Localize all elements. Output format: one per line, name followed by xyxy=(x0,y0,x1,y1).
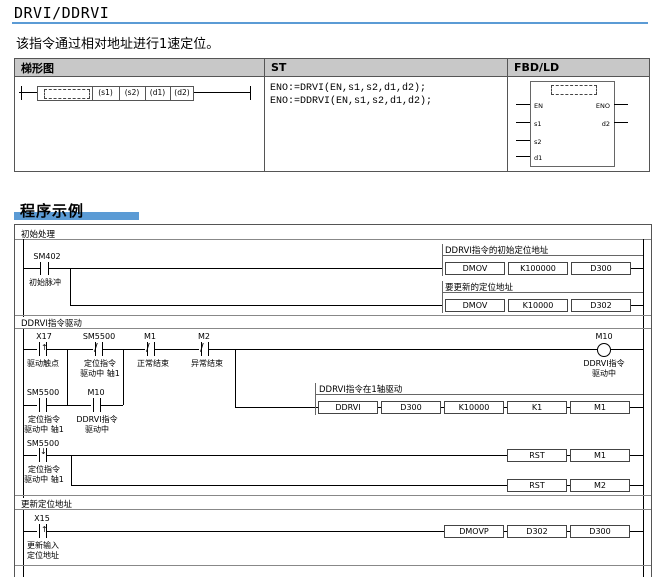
branch-sm5500-comment: 定位指令 驱动中 轴1 xyxy=(24,415,64,434)
contact-x15-comment: 更新输入 定位地址 xyxy=(27,541,59,560)
contact-sm5500-comment: 定位指令 驱动中 轴1 xyxy=(80,359,120,378)
st-line-drvi: ENO:=DRVI(EN,s1,s2,d1,d2); xyxy=(270,83,427,94)
ladder-instruction-box: (s1) (s2) (d1) (d2) xyxy=(37,86,194,101)
rung1-operand2: D300 xyxy=(571,262,631,275)
operand-d2: (d2) xyxy=(174,88,190,97)
syntax-table: 梯形图 ST FBD/LD (s1) (s2) (d1) (d2) ENO:=D… xyxy=(14,58,650,172)
operand-d1: (d1) xyxy=(149,88,166,97)
right-power-rail xyxy=(643,239,644,577)
contact-sm402-label: SM402 xyxy=(33,252,61,261)
rung2-instruction: DMOV xyxy=(445,299,505,312)
branch-contact-m10 xyxy=(93,398,94,412)
fbd-block: EN s1 s2 d1 ENO d2 xyxy=(530,81,615,167)
fbd-input-s2: s2 xyxy=(534,138,542,146)
rung1-instruction: DMOV xyxy=(445,262,505,275)
instruction-placeholder xyxy=(44,89,90,99)
dmovp-instruction: DMOVP xyxy=(444,525,504,538)
reset-row1-instruction: RST xyxy=(507,449,567,462)
dmovp-operand1: D302 xyxy=(507,525,567,538)
contact-m2-label: M2 xyxy=(198,332,210,341)
st-cell: ENO:=DRVI(EN,s1,s2,d1,d2); ENO:=DDRVI(EN… xyxy=(264,76,508,172)
branch-m10-label: M10 xyxy=(87,388,105,397)
fbd-input-en: EN xyxy=(534,102,543,110)
contact-x15-label: X15 xyxy=(34,514,50,523)
instruction-title: DRVI/DDRVI xyxy=(14,4,110,22)
reset-sm5500-comment: 定位指令 驱动中 轴1 xyxy=(24,465,64,484)
coil-m10-label: M10 xyxy=(595,332,613,341)
rung2-operand2: D302 xyxy=(571,299,631,312)
contact-x17-label: X17 xyxy=(36,332,52,341)
branch-sm5500-label: SM5500 xyxy=(26,388,60,397)
fbd-input-s1: s1 xyxy=(534,120,542,128)
contact-m1-comment: 正常结束 xyxy=(137,359,169,368)
reset-row2-instruction: RST xyxy=(507,479,567,492)
rung1-operand1: K100000 xyxy=(508,262,568,275)
contact-x15 xyxy=(39,524,40,538)
coil-m10 xyxy=(597,343,611,357)
fbd-output-d2: d2 xyxy=(601,120,610,128)
fbd-output-eno: ENO xyxy=(595,102,610,110)
ddrvi-operand-s1: D300 xyxy=(381,401,441,414)
contact-m2-comment: 异常结束 xyxy=(191,359,223,368)
fbd-input-d1: d1 xyxy=(534,154,543,162)
ddrvi-operand-s2: K10000 xyxy=(444,401,504,414)
col-fbd-header: FBD/LD xyxy=(507,58,650,77)
ladder-cell: (s1) (s2) (d1) (d2) xyxy=(14,76,265,172)
left-power-rail xyxy=(23,239,24,577)
branch-contact-sm5500 xyxy=(39,398,40,412)
title-underline xyxy=(12,22,648,24)
rung2-operand1: K10000 xyxy=(508,299,568,312)
ddrvi-instruction: DDRVI xyxy=(318,401,378,414)
program-ladder-diagram: 初始处理 SM402 初始脉冲 DDRVI指令的初始定位地址 DMOV K100… xyxy=(14,224,652,577)
dmovp-operand2: D300 xyxy=(570,525,630,538)
fbd-cell: EN s1 s2 d1 ENO d2 xyxy=(507,76,650,172)
coil-m10-comment: DDRVI指令 驱动中 xyxy=(583,359,625,378)
operand-s1: (s1) xyxy=(98,88,113,97)
contact-x17 xyxy=(39,342,40,356)
instruction-description: 该指令通过相对地址进行1速定位。 xyxy=(16,37,220,52)
col-st-header: ST xyxy=(264,58,508,77)
contact-sm5500-label: SM5500 xyxy=(82,332,116,341)
reset-row1-operand: M1 xyxy=(570,449,630,462)
col-ladder-header: 梯形图 xyxy=(14,58,265,77)
contact-x17-comment: 驱动触点 xyxy=(27,359,59,368)
ddrvi-operand-d1: K1 xyxy=(507,401,567,414)
program-example-title: 程序示例 xyxy=(20,202,85,220)
fbd-instruction-placeholder xyxy=(551,85,597,95)
branch-m10-comment: DDRVI指令 驱动中 xyxy=(76,415,118,434)
contact-m1-label: M1 xyxy=(144,332,156,341)
contact-sm402-comment: 初始脉冲 xyxy=(29,278,61,287)
reset-row2-operand: M2 xyxy=(570,479,630,492)
ddrvi-operand-d2: M1 xyxy=(570,401,630,414)
drive-rung-wire xyxy=(23,349,643,350)
st-line-ddrvi: ENO:=DDRVI(EN,s1,s2,d1,d2); xyxy=(270,96,433,107)
operand-s2: (s2) xyxy=(124,88,140,97)
contact-sm402 xyxy=(40,262,41,275)
